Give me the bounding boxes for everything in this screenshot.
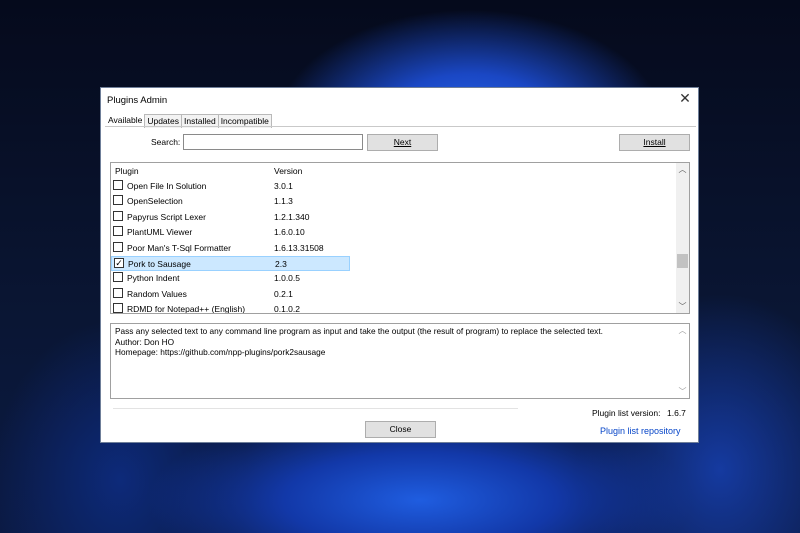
- list-item[interactable]: PlantUML Viewer 1.6.0.10: [111, 225, 350, 240]
- plugin-version: 3.0.1: [274, 181, 293, 191]
- close-button[interactable]: Close: [365, 421, 436, 438]
- next-button-label: Next: [393, 137, 412, 147]
- plugin-list-version-label: Plugin list version:: [592, 408, 661, 418]
- plugin-name: Papyrus Script Lexer: [127, 211, 206, 222]
- description-author: Author: Don HO: [115, 336, 175, 347]
- chevron-down-icon[interactable]: ﹀: [676, 300, 689, 313]
- description-scrollbar[interactable]: ︿ ﹀: [676, 324, 689, 398]
- install-button[interactable]: Install: [619, 134, 690, 151]
- plugin-description: Pass any selected text to any command li…: [110, 323, 690, 399]
- close-icon[interactable]: ✕: [678, 91, 692, 105]
- plugin-version: 0.2.1: [274, 288, 293, 299]
- close-button-label: Close: [389, 424, 412, 434]
- list-item[interactable]: Python Indent 1.0.0.5: [111, 271, 350, 286]
- plugin-list[interactable]: Plugin Version Open File In Solution 3.0.…: [110, 162, 690, 314]
- plugin-version: 0.1.0.2: [274, 304, 300, 314]
- plugin-name: Python Indent: [127, 273, 180, 284]
- plugin-name: OpenSelection: [127, 196, 183, 207]
- tab-divider: [105, 126, 696, 127]
- chevron-down-icon[interactable]: ﹀: [676, 385, 689, 398]
- plugin-list-version-value: 1.6.7: [667, 408, 686, 418]
- scrollbar-thumb[interactable]: [677, 254, 688, 268]
- plugin-version: 1.6.13.31508: [274, 242, 324, 253]
- install-button-label: Install: [643, 137, 666, 147]
- checkbox-icon[interactable]: ✓: [114, 258, 124, 268]
- plugin-version: 2.3: [275, 259, 287, 269]
- checkbox-icon[interactable]: [113, 241, 123, 252]
- next-button[interactable]: Next: [367, 134, 438, 151]
- plugin-list-repository-link[interactable]: Plugin list repository: [600, 426, 681, 436]
- list-item[interactable]: Poor Man's T-Sql Formatter 1.6.13.31508: [111, 241, 350, 256]
- checkbox-icon[interactable]: [113, 210, 123, 221]
- list-item[interactable]: Papyrus Script Lexer 1.2.1.340: [111, 210, 350, 225]
- plugin-name: Pork to Sausage: [128, 259, 191, 269]
- checkbox-icon[interactable]: [113, 226, 123, 237]
- description-text: Pass any selected text to any command li…: [115, 326, 603, 336]
- plugin-name: RDMD for Notepad++ (English): [127, 304, 246, 314]
- list-item[interactable]: RDMD for Notepad++ (English) 0.1.0.2: [111, 302, 350, 314]
- plugin-name: Open File In Solution: [127, 181, 207, 191]
- column-header-plugin[interactable]: Plugin: [115, 166, 139, 176]
- plugin-name: PlantUML Viewer: [127, 227, 193, 238]
- plugins-admin-dialog: Plugins Admin ✕ Available Updates Installe…: [100, 87, 699, 443]
- footer-divider: [113, 408, 518, 409]
- plugin-version: 1.0.0.5: [274, 273, 300, 284]
- checkbox-icon[interactable]: [113, 287, 123, 298]
- chevron-up-icon[interactable]: ︿: [676, 324, 689, 337]
- plugin-version: 1.1.3: [274, 196, 293, 207]
- chevron-up-icon[interactable]: ︿: [676, 163, 689, 176]
- list-scrollbar[interactable]: ︿ ﹀: [676, 163, 689, 313]
- checkbox-icon[interactable]: [113, 272, 123, 283]
- plugin-name: Poor Man's T-Sql Formatter: [127, 242, 231, 253]
- search-input[interactable]: [183, 134, 363, 150]
- list-item[interactable]: Random Values 0.2.1: [111, 287, 350, 302]
- list-item[interactable]: OpenSelection 1.1.3: [111, 194, 350, 209]
- checkbox-icon[interactable]: [113, 180, 123, 190]
- list-item[interactable]: ✓ Pork to Sausage 2.3: [111, 256, 350, 271]
- dialog-title: Plugins Admin: [107, 95, 168, 106]
- plugin-version: 1.6.0.10: [274, 227, 305, 238]
- plugin-version: 1.2.1.340: [274, 211, 310, 222]
- description-homepage: Homepage: https://github.com/npp-plugins…: [115, 347, 326, 357]
- column-header-version[interactable]: Version: [274, 166, 302, 176]
- checkbox-icon[interactable]: [113, 195, 123, 206]
- checkbox-icon[interactable]: [113, 303, 123, 313]
- list-header: Plugin Version: [111, 163, 677, 178]
- plugin-name: Random Values: [127, 288, 187, 299]
- search-label: Search:: [151, 137, 181, 147]
- list-item[interactable]: Open File In Solution 3.0.1: [111, 179, 350, 194]
